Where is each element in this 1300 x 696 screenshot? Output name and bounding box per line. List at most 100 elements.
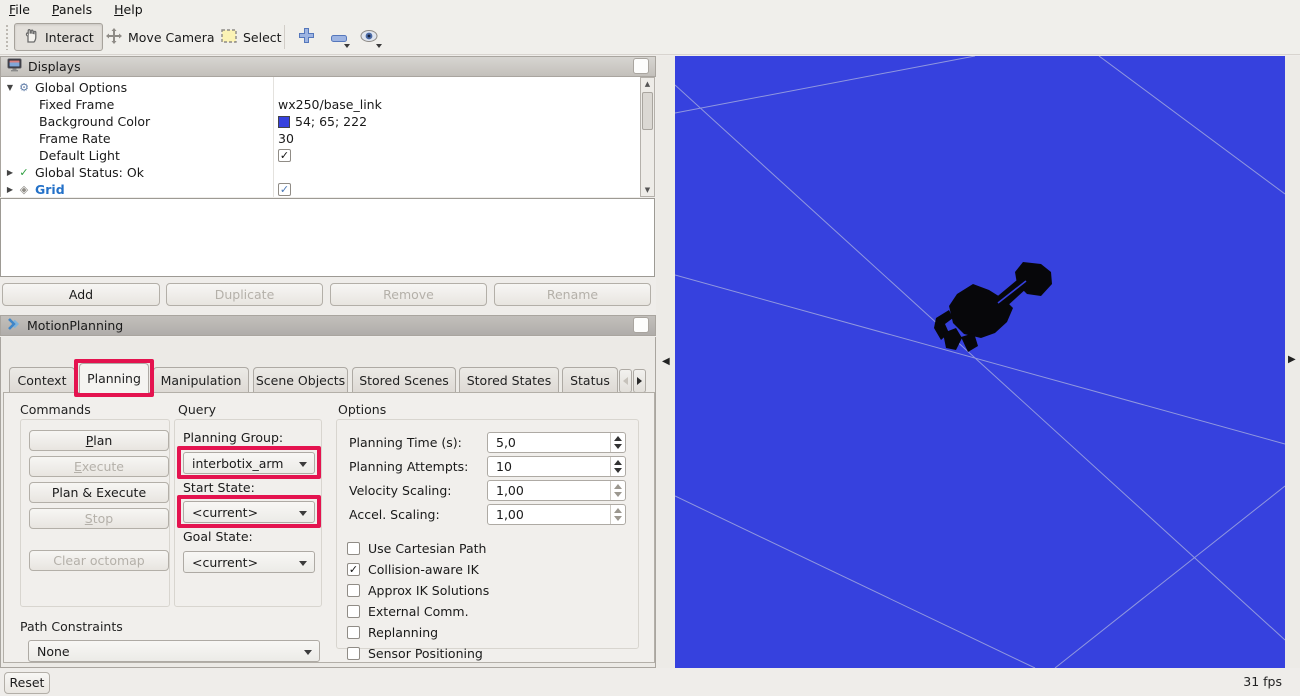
accel-scaling-spinbox[interactable]: 1,00 bbox=[487, 504, 626, 525]
replanning-option[interactable]: Replanning bbox=[347, 625, 438, 640]
menu-panels[interactable]: Panels bbox=[43, 0, 101, 19]
velocity-scaling-spinbox[interactable]: 1,00 bbox=[487, 480, 626, 501]
tree-row-frame-rate[interactable]: Frame Rate 30 bbox=[1, 130, 641, 147]
expander-icon[interactable]: ▶ bbox=[1, 185, 15, 194]
scroll-down-icon[interactable]: ▼ bbox=[642, 184, 653, 196]
approx-ik-solutions-option[interactable]: Approx IK Solutions bbox=[347, 583, 489, 598]
robot-arm-silhouette[interactable] bbox=[934, 262, 1052, 352]
grid-checkbox[interactable]: ✓ bbox=[278, 183, 291, 196]
planning-attempts-value: 10 bbox=[496, 459, 512, 474]
collision-aware-ik-option[interactable]: ✓ Collision-aware IK bbox=[347, 562, 479, 577]
reset-button[interactable]: Reset bbox=[4, 672, 50, 694]
background-color-value[interactable]: 54; 65; 222 bbox=[278, 114, 367, 129]
right-splitter[interactable]: ▶ bbox=[1285, 56, 1300, 668]
tree-row-default-light[interactable]: Default Light ✓ bbox=[1, 147, 641, 164]
stop-button[interactable]: Stop bbox=[29, 508, 169, 529]
clear-octomap-button[interactable]: Clear octomap bbox=[29, 550, 169, 571]
tree-row-global-options[interactable]: ▼ ⚙ Global Options bbox=[1, 79, 641, 96]
spin-arrows[interactable] bbox=[610, 481, 625, 500]
camera-view-tool-button[interactable] bbox=[356, 26, 382, 48]
spin-arrows[interactable] bbox=[610, 505, 625, 524]
planning-group-dropdown[interactable]: interbotix_arm bbox=[183, 452, 315, 474]
expander-icon[interactable]: ▼ bbox=[1, 83, 15, 92]
tab-stored-states[interactable]: Stored States bbox=[459, 367, 559, 393]
tree-row-background-color[interactable]: Background Color 54; 65; 222 bbox=[1, 113, 641, 130]
rename-display-button[interactable]: Rename bbox=[494, 283, 651, 306]
spin-arrows[interactable] bbox=[610, 457, 625, 476]
motionplanning-panel-collapse-checkbox[interactable] bbox=[633, 317, 649, 333]
spin-up-icon[interactable] bbox=[614, 508, 622, 513]
tree-row-grid[interactable]: ▶ ◈ Grid ✓ bbox=[1, 181, 641, 197]
collision-aware-ik-checkbox[interactable]: ✓ bbox=[347, 563, 360, 576]
replanning-checkbox[interactable] bbox=[347, 626, 360, 639]
spin-up-icon[interactable] bbox=[614, 460, 622, 465]
start-state-value: <current> bbox=[192, 505, 258, 520]
planning-time-spinbox[interactable]: 5,0 bbox=[487, 432, 626, 453]
displays-scrollbar[interactable]: ▲ ▼ bbox=[640, 77, 655, 197]
duplicate-display-button[interactable]: Duplicate bbox=[166, 283, 323, 306]
displays-panel-titlebar[interactable]: Displays bbox=[0, 56, 656, 77]
spin-down-icon[interactable] bbox=[614, 444, 622, 449]
planning-attempts-spinbox[interactable]: 10 bbox=[487, 456, 626, 477]
tab-scene-objects[interactable]: Scene Objects bbox=[253, 367, 348, 393]
planning-time-label: Planning Time (s): bbox=[349, 435, 462, 450]
tab-scroll-left-button[interactable] bbox=[619, 369, 632, 393]
execute-button[interactable]: Execute bbox=[29, 456, 169, 477]
default-light-checkbox[interactable]: ✓ bbox=[278, 149, 291, 162]
sensor-positioning-checkbox[interactable] bbox=[347, 647, 360, 660]
select-tool-button[interactable]: Select bbox=[213, 23, 290, 51]
splitter-expand-right-icon[interactable]: ▶ bbox=[1288, 354, 1296, 365]
spin-down-icon[interactable] bbox=[614, 492, 622, 497]
tree-row-global-status[interactable]: ▶ ✓ Global Status: Ok bbox=[1, 164, 641, 181]
external-comm-option[interactable]: External Comm. bbox=[347, 604, 469, 619]
zoom-out-tool-button[interactable] bbox=[326, 26, 352, 48]
zoom-in-tool-button[interactable] bbox=[293, 26, 319, 48]
zoom-out-dropdown-caret[interactable] bbox=[344, 44, 350, 48]
frame-rate-value[interactable]: 30 bbox=[278, 131, 294, 146]
spin-down-icon[interactable] bbox=[614, 516, 622, 521]
tab-context[interactable]: Context bbox=[9, 367, 75, 393]
goal-state-label: Goal State: bbox=[183, 529, 253, 544]
add-display-button[interactable]: Add bbox=[2, 283, 160, 306]
motionplanning-panel-title: MotionPlanning bbox=[27, 318, 123, 333]
splitter-collapse-left-icon[interactable]: ◀ bbox=[662, 356, 670, 367]
sensor-positioning-option[interactable]: Sensor Positioning bbox=[347, 646, 483, 661]
menu-help[interactable]: Help bbox=[105, 0, 152, 19]
approx-ik-solutions-checkbox[interactable] bbox=[347, 584, 360, 597]
spin-up-icon[interactable] bbox=[614, 484, 622, 489]
fixed-frame-value[interactable]: wx250/base_link bbox=[278, 97, 382, 112]
plan-button[interactable]: Plan bbox=[29, 430, 169, 451]
path-constraints-dropdown[interactable]: None bbox=[28, 640, 320, 662]
motionplanning-panel-titlebar[interactable]: MotionPlanning bbox=[0, 315, 656, 336]
menu-file[interactable]: File bbox=[0, 0, 39, 19]
spin-arrows[interactable] bbox=[610, 433, 625, 452]
tab-scroll-right-button[interactable] bbox=[633, 369, 646, 393]
scroll-up-icon[interactable]: ▲ bbox=[642, 78, 653, 90]
goal-state-dropdown[interactable]: <current> bbox=[183, 551, 315, 573]
camera-view-dropdown-caret[interactable] bbox=[376, 44, 382, 48]
tab-status[interactable]: Status bbox=[562, 367, 618, 393]
move-camera-tool-button[interactable]: Move Camera bbox=[98, 23, 223, 51]
displays-panel-title: Displays bbox=[28, 59, 81, 74]
use-cartesian-path-checkbox[interactable] bbox=[347, 542, 360, 555]
tree-row-fixed-frame[interactable]: Fixed Frame wx250/base_link bbox=[1, 96, 641, 113]
chevron-left-icon bbox=[623, 377, 628, 385]
tab-manipulation[interactable]: Manipulation bbox=[153, 367, 249, 393]
spin-down-icon[interactable] bbox=[614, 468, 622, 473]
scrollbar-thumb[interactable] bbox=[642, 92, 653, 130]
toolbar-drag-handle[interactable] bbox=[5, 24, 10, 50]
spin-up-icon[interactable] bbox=[614, 436, 622, 441]
start-state-dropdown[interactable]: <current> bbox=[183, 501, 315, 523]
tab-planning[interactable]: Planning bbox=[79, 363, 149, 393]
displays-panel-collapse-checkbox[interactable] bbox=[633, 58, 649, 74]
remove-display-button[interactable]: Remove bbox=[330, 283, 487, 306]
render-viewport-3d[interactable] bbox=[675, 56, 1285, 668]
goal-state-value: <current> bbox=[192, 555, 258, 570]
tab-stored-scenes[interactable]: Stored Scenes bbox=[352, 367, 456, 393]
plan-and-execute-button[interactable]: Plan & Execute bbox=[29, 482, 169, 503]
expander-icon[interactable]: ▶ bbox=[1, 168, 15, 177]
panel-splitter[interactable]: ◀ bbox=[656, 56, 675, 668]
external-comm-checkbox[interactable] bbox=[347, 605, 360, 618]
use-cartesian-path-option[interactable]: Use Cartesian Path bbox=[347, 541, 486, 556]
interact-tool-button[interactable]: Interact bbox=[14, 23, 103, 51]
